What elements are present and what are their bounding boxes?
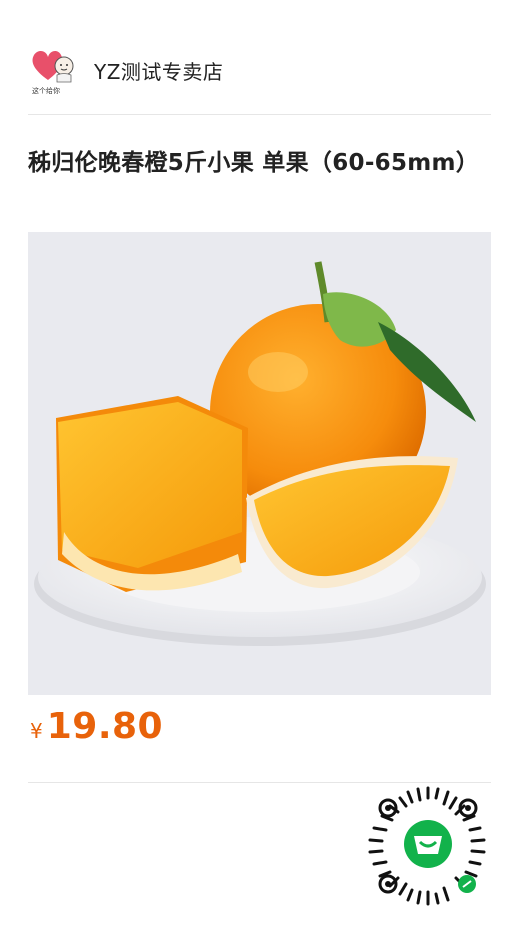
product-title: 秭归伦晚春橙5斤小果 单果（60-65mm）: [28, 150, 480, 176]
price-currency: ¥: [30, 719, 43, 743]
product-image[interactable]: [28, 232, 491, 695]
mini-program-code[interactable]: [366, 784, 490, 908]
store-logo[interactable]: 这个给你: [28, 44, 76, 96]
orange-fruit-photo-icon: [28, 232, 491, 695]
header-divider: [28, 114, 491, 115]
footer-divider: [28, 782, 491, 783]
mini-program-code-icon: [368, 786, 486, 906]
price-amount: 19.80: [46, 706, 164, 747]
logo-caption: 这个给你: [32, 87, 60, 95]
price: ¥ 19.80: [30, 706, 163, 747]
store-header: 这个给你 YZ测试专卖店: [28, 44, 223, 96]
store-name[interactable]: YZ测试专卖店: [94, 56, 223, 85]
